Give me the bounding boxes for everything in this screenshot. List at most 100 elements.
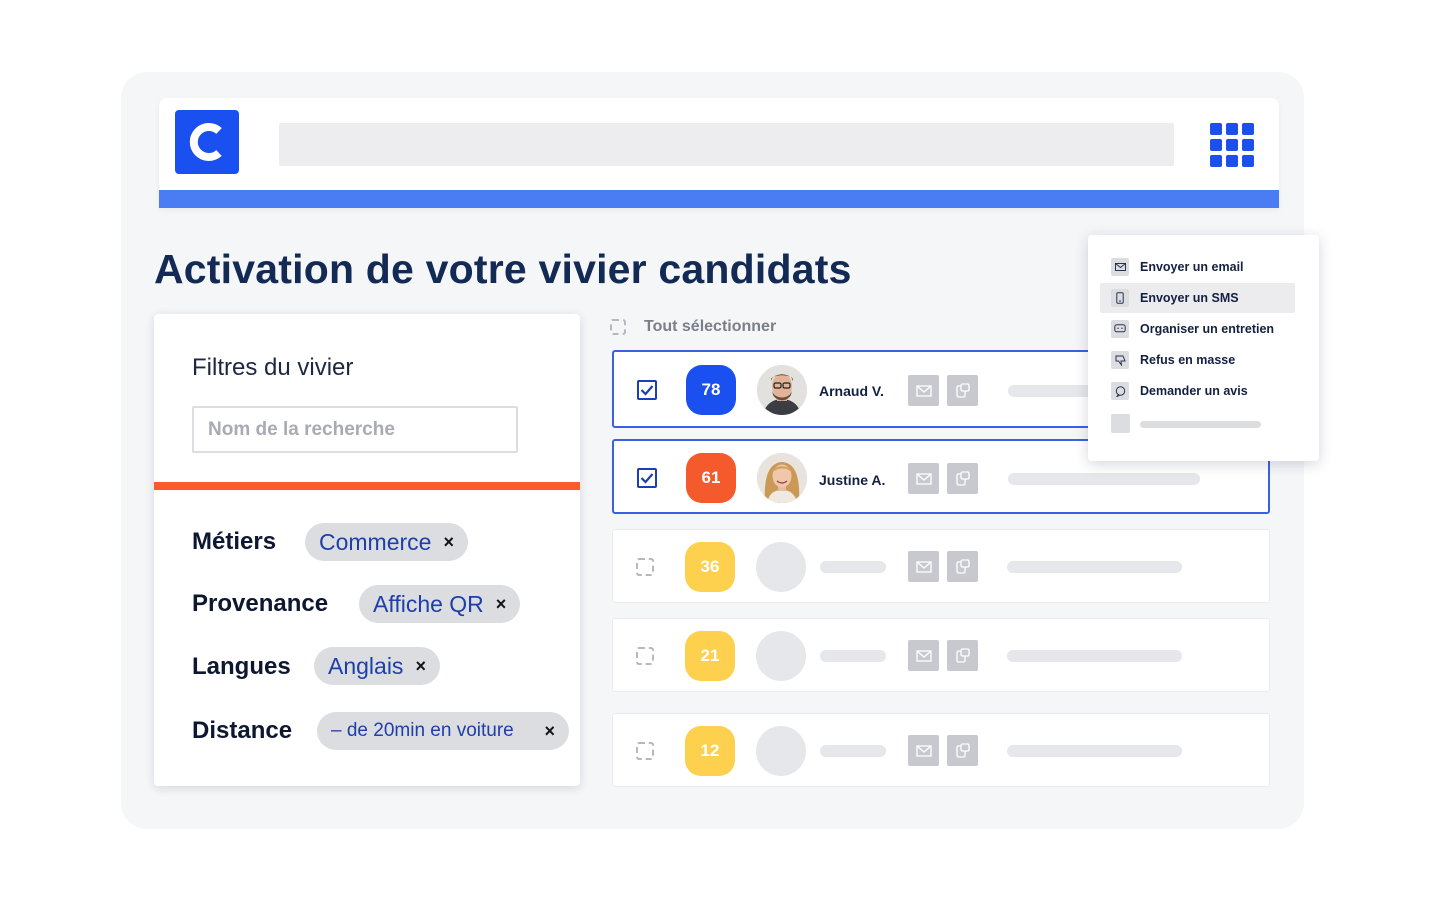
menu-item-label: Refus en masse xyxy=(1140,353,1236,367)
chip-label: Anglais xyxy=(328,652,404,679)
candidate-avatar xyxy=(757,453,807,503)
name-placeholder xyxy=(820,561,886,573)
thumbs-down-icon xyxy=(1111,351,1129,369)
menu-item-send-sms[interactable]: Envoyer un SMS xyxy=(1100,283,1295,313)
filters-title: Filtres du vivier xyxy=(192,354,354,381)
filter-chip-distance[interactable]: – de 20min en voiture × xyxy=(317,712,569,750)
send-sms-button[interactable] xyxy=(947,375,978,406)
chip-label: – de 20min en voiture xyxy=(331,720,514,741)
send-email-button[interactable] xyxy=(908,375,939,406)
text-placeholder xyxy=(1007,561,1182,573)
sms-icon xyxy=(955,558,970,574)
candidate-card[interactable]: 21 xyxy=(612,618,1270,692)
select-all-label: Tout sélectionner xyxy=(644,318,777,335)
menu-item-label: Demander un avis xyxy=(1140,384,1248,398)
company-logo[interactable] xyxy=(175,110,239,174)
search-name-input[interactable] xyxy=(192,406,518,453)
filter-row-metiers: Métiers xyxy=(192,528,276,556)
candidate-avatar-placeholder xyxy=(756,631,806,681)
filters-panel: Filtres du vivier Métiers Commerce × Pro… xyxy=(154,314,580,786)
select-all-checkbox[interactable] xyxy=(610,319,626,335)
select-all[interactable]: Tout sélectionner xyxy=(610,318,776,336)
text-placeholder xyxy=(1140,421,1261,428)
candidate-checkbox[interactable] xyxy=(636,647,654,665)
candidate-card[interactable]: 12 xyxy=(612,713,1270,787)
menu-item-mass-rejection[interactable]: Refus en masse xyxy=(1100,345,1295,375)
text-placeholder xyxy=(1007,650,1182,662)
match-score-badge: 61 xyxy=(686,453,736,503)
text-placeholder xyxy=(1008,473,1200,485)
header-accent-stripe xyxy=(159,190,1279,208)
menu-item-label: Envoyer un SMS xyxy=(1140,291,1239,305)
filter-label: Langues xyxy=(192,653,291,680)
filter-chip-metiers[interactable]: Commerce × xyxy=(305,523,468,561)
match-score-badge: 36 xyxy=(685,542,735,592)
speech-icon xyxy=(1111,382,1129,400)
candidate-avatar xyxy=(757,365,807,415)
candidate-name[interactable]: Justine A. xyxy=(819,472,885,488)
mail-icon xyxy=(915,649,932,662)
filter-row-distance: Distance xyxy=(192,717,292,745)
candidate-checkbox[interactable] xyxy=(636,742,654,760)
global-search-bar[interactable] xyxy=(279,123,1174,166)
mail-icon xyxy=(915,472,932,485)
filter-label: Distance xyxy=(192,717,293,744)
sms-icon xyxy=(955,382,970,398)
candidate-checkbox[interactable] xyxy=(637,380,657,400)
checkmark-icon[interactable] xyxy=(637,468,657,488)
mail-icon xyxy=(915,560,932,573)
mail-icon xyxy=(1111,258,1129,276)
candidate-checkbox[interactable] xyxy=(636,558,654,576)
send-email-button[interactable] xyxy=(908,640,939,671)
match-score-badge: 21 xyxy=(685,631,735,681)
text-placeholder xyxy=(1007,745,1182,757)
mail-icon xyxy=(915,744,932,757)
text-placeholder xyxy=(1008,385,1098,397)
sms-icon xyxy=(955,470,970,486)
menu-item-send-email[interactable]: Envoyer un email xyxy=(1100,252,1295,282)
filter-row-langues: Langues xyxy=(192,653,291,681)
candidate-avatar-placeholder xyxy=(756,542,806,592)
bulk-actions-menu: Envoyer un email Envoyer un SMS Organise… xyxy=(1088,235,1319,461)
send-email-button[interactable] xyxy=(908,735,939,766)
remove-chip-icon[interactable]: × xyxy=(544,721,555,742)
send-sms-button[interactable] xyxy=(947,735,978,766)
send-sms-button[interactable] xyxy=(947,551,978,582)
candidate-card[interactable]: 36 xyxy=(612,529,1270,603)
name-placeholder xyxy=(820,745,886,757)
send-sms-button[interactable] xyxy=(947,463,978,494)
top-navigation-bar xyxy=(159,98,1279,208)
sms-icon xyxy=(955,742,970,758)
filter-row-provenance: Provenance xyxy=(192,590,328,618)
chip-label: Commerce xyxy=(319,528,432,555)
filter-chip-provenance[interactable]: Affiche QR × xyxy=(359,585,521,623)
name-placeholder xyxy=(820,650,886,662)
logo-c-icon xyxy=(189,123,222,161)
send-email-button[interactable] xyxy=(908,463,939,494)
send-sms-button[interactable] xyxy=(947,640,978,671)
filter-chip-langues[interactable]: Anglais × xyxy=(314,647,440,685)
phone-icon xyxy=(1111,289,1129,307)
placeholder-icon xyxy=(1111,414,1130,433)
remove-chip-icon[interactable]: × xyxy=(415,656,426,677)
page-title: Activation de votre vivier candidats xyxy=(154,246,852,292)
candidate-name[interactable]: Arnaud V. xyxy=(819,383,884,399)
menu-item-schedule-interview[interactable]: Organiser un entretien xyxy=(1100,314,1295,344)
filters-divider xyxy=(154,482,580,490)
apps-grid-icon[interactable] xyxy=(1210,123,1254,167)
remove-chip-icon[interactable]: × xyxy=(443,532,454,553)
match-score-badge: 78 xyxy=(686,365,736,415)
chip-label: Affiche QR xyxy=(373,590,484,617)
filter-label: Métiers xyxy=(192,528,277,555)
menu-item-request-review[interactable]: Demander un avis xyxy=(1100,376,1295,406)
filter-label: Provenance xyxy=(192,590,329,617)
mail-icon xyxy=(915,384,932,397)
send-email-button[interactable] xyxy=(908,551,939,582)
chat-icon xyxy=(1111,320,1129,338)
candidate-checkbox[interactable] xyxy=(637,468,657,488)
remove-chip-icon[interactable]: × xyxy=(496,594,507,615)
checkmark-icon[interactable] xyxy=(637,380,657,400)
match-score-badge: 12 xyxy=(685,726,735,776)
sms-icon xyxy=(955,647,970,663)
candidate-avatar-placeholder xyxy=(756,726,806,776)
